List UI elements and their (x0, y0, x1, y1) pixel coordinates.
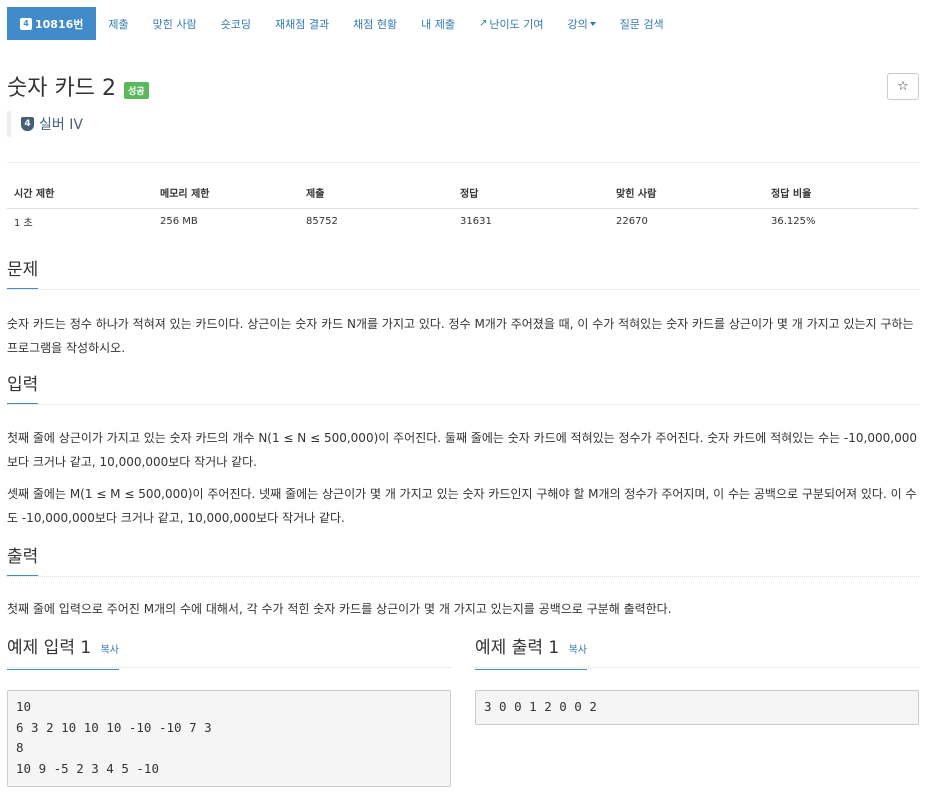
table-header-row: 시간 제한 메모리 제한 제출 정답 맞힌 사람 정답 비율 (7, 178, 919, 209)
nav-short-coding[interactable]: 숏코딩 (209, 7, 263, 40)
header-accept-ratio: 정답 비율 (764, 178, 919, 209)
problem-title-row: 숫자 카드 2 성공 (7, 70, 149, 102)
input-text-2: 셋째 줄에는 M(1 ≤ M ≤ 500,000)이 주어진다. 넷째 줄에는 … (7, 487, 917, 525)
nav-my-submissions[interactable]: 내 제출 (409, 7, 467, 40)
sample-input-header: 예제 입력 1 복사 (7, 636, 451, 670)
status-badge: 성공 (123, 81, 149, 99)
output-title: 출력 (7, 545, 39, 576)
header-memory-limit: 메모리 제한 (153, 178, 299, 209)
output-text: 첫째 줄에 입력으로 주어진 M개의 수에 대해서, 각 수가 적힌 숫자 카드… (7, 602, 672, 616)
nav-lectures-dropdown[interactable]: 강의 (555, 7, 607, 40)
problem-info-table: 시간 제한 메모리 제한 제출 정답 맞힌 사람 정답 비율 1 초 256 M… (7, 178, 919, 235)
cell-time-limit: 1 초 (14, 218, 33, 230)
output-section-header: 출력 (7, 545, 919, 577)
tier-label: 실버 IV (39, 117, 83, 133)
star-icon: ☆ (897, 79, 909, 94)
tier-icon: 4 (21, 117, 34, 131)
cell-accepted-users: 22670 (616, 216, 648, 228)
nav-lectures-label: 강의 (567, 17, 588, 31)
nav-submit[interactable]: 제출 (96, 7, 140, 40)
cell-submissions: 85752 (306, 216, 338, 228)
nav-problem-number[interactable]: 4 10816번 (7, 7, 97, 40)
divider (7, 162, 919, 163)
sample-output-title: 예제 출력 1 (475, 638, 560, 658)
favorite-star-button[interactable]: ☆ (887, 73, 919, 100)
cell-memory-limit: 256 MB (160, 216, 198, 228)
nav-question-search[interactable]: 질문 검색 (608, 7, 676, 40)
copy-sample-output-button[interactable]: 복사 (569, 645, 587, 656)
input-title: 입력 (7, 373, 39, 404)
external-link-icon: ↗ (478, 18, 488, 29)
tier-badge-icon: 4 (20, 17, 32, 30)
problem-title: 숫자 카드 2 (7, 76, 116, 101)
sample-input-title: 예제 입력 1 (7, 638, 92, 658)
sample-output-header: 예제 출력 1 복사 (475, 636, 919, 670)
sample-output-title-wrap: 예제 출력 1 복사 (475, 636, 587, 670)
description-title: 문제 (7, 258, 39, 289)
header-time-limit: 시간 제한 (7, 178, 153, 209)
nav-problem-number-label: 10816번 (35, 17, 84, 31)
cell-accept-ratio: 36.125% (771, 216, 816, 228)
header-accepted-users: 맞힌 사람 (609, 178, 764, 209)
caret-down-icon (589, 21, 596, 26)
input-section-header: 입력 (7, 373, 919, 405)
problem-nav: 4 10816번 제출 맞힌 사람 숏코딩 재채점 결과 채점 현황 내 제출 … (7, 7, 919, 40)
cell-accepted: 31631 (460, 216, 492, 228)
header-submissions: 제출 (299, 178, 453, 209)
header-accepted: 정답 (453, 178, 609, 209)
nav-rejudge-results[interactable]: 재채점 결과 (263, 7, 341, 40)
input-text-1: 첫째 줄에 상근이가 가지고 있는 숫자 카드의 개수 N(1 ≤ N ≤ 50… (7, 431, 917, 469)
description-text: 숫자 카드는 정수 하나가 적혀져 있는 카드이다. 상근이는 숫자 카드 N개… (7, 317, 914, 355)
sample-output-box: 3 0 0 1 2 0 0 2 (475, 690, 919, 725)
nav-judge-status[interactable]: 채점 현황 (341, 7, 409, 40)
nav-difficulty-contribution[interactable]: ↗ 난이도 기여 (467, 7, 556, 40)
description-section-header: 문제 (7, 258, 919, 290)
nav-accepted-users[interactable]: 맞힌 사람 (141, 7, 209, 40)
table-row: 1 초 256 MB 85752 31631 22670 36.125% (7, 208, 919, 235)
copy-sample-input-button[interactable]: 복사 (101, 645, 119, 656)
sample-input-title-wrap: 예제 입력 1 복사 (7, 636, 119, 670)
nav-difficulty-label: 난이도 기여 (489, 17, 544, 31)
sample-input-box: 10 6 3 2 10 10 10 -10 -10 7 3 8 10 9 -5 … (7, 690, 451, 787)
problem-tier: 4 실버 IV (7, 111, 83, 137)
